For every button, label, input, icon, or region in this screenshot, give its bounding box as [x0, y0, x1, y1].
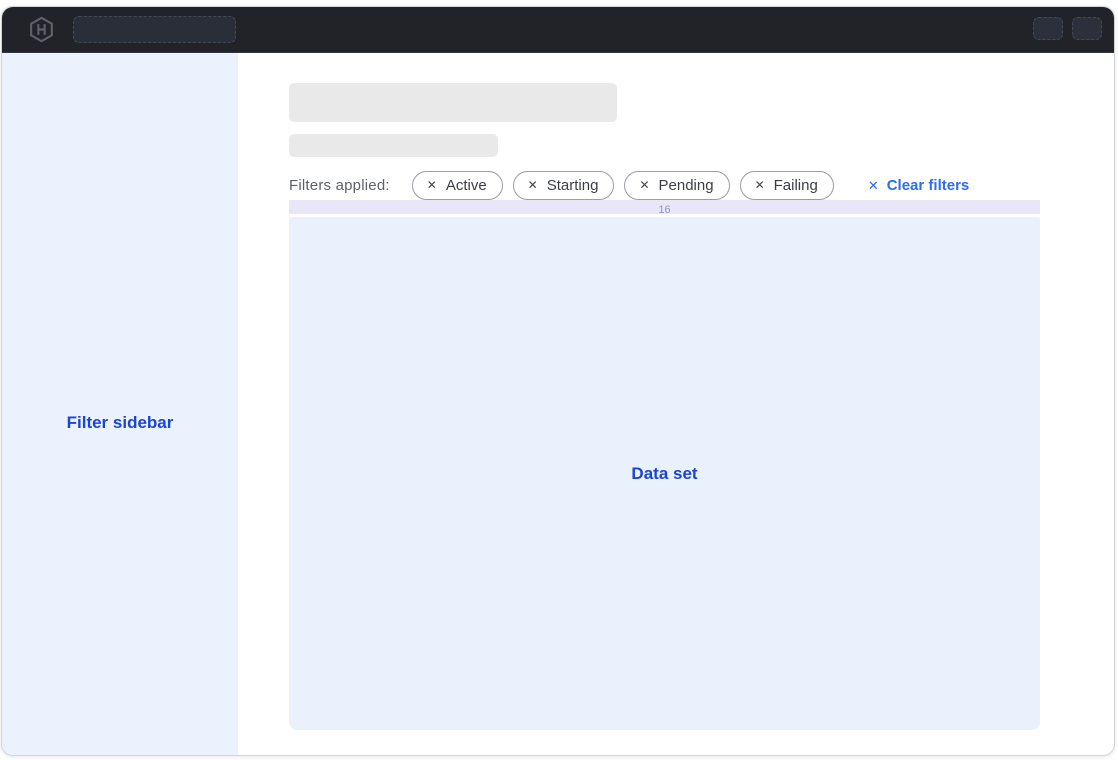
filter-chip-label: Starting: [547, 177, 599, 194]
filter-sidebar: Filter sidebar: [2, 53, 238, 755]
clear-filters-label: Clear filters: [887, 177, 970, 194]
filter-chip-label: Failing: [774, 177, 818, 194]
filter-chip-active[interactable]: ✕ Active: [412, 171, 503, 200]
clear-filters-button[interactable]: ✕ Clear filters: [868, 177, 969, 194]
subtitle-placeholder: [289, 134, 498, 157]
remove-icon[interactable]: ✕: [755, 179, 765, 191]
topbar: [2, 7, 1114, 53]
remove-icon[interactable]: ✕: [528, 179, 538, 191]
search-placeholder[interactable]: [73, 16, 236, 43]
title-placeholder: [289, 83, 617, 122]
filters-applied-label: Filters applied:: [289, 177, 390, 194]
topbar-action-placeholder-2[interactable]: [1072, 17, 1102, 40]
filter-chip-label: Active: [446, 177, 487, 194]
clear-filters-icon: ✕: [868, 179, 879, 192]
remove-icon[interactable]: ✕: [639, 179, 649, 191]
remove-icon[interactable]: ✕: [427, 179, 437, 191]
hashicorp-logo-icon: [28, 16, 55, 43]
app-window: Filter sidebar Filters applied: ✕ Active…: [1, 6, 1115, 756]
filter-chip-label: Pending: [659, 177, 714, 194]
filter-sidebar-label: Filter sidebar: [2, 413, 238, 433]
results-count: 16: [658, 204, 670, 216]
filter-chip-pending[interactable]: ✕ Pending: [624, 171, 729, 200]
filter-chip-failing[interactable]: ✕ Failing: [740, 171, 834, 200]
dataset-label: Data set: [631, 464, 697, 484]
filters-applied-row: Filters applied: ✕ Active ✕ Starting ✕ P…: [289, 170, 969, 200]
topbar-action-placeholder-1[interactable]: [1033, 17, 1063, 40]
main-content: Filters applied: ✕ Active ✕ Starting ✕ P…: [238, 53, 1114, 755]
dataset-area: Data set: [289, 217, 1040, 730]
filter-chip-starting[interactable]: ✕ Starting: [513, 171, 615, 200]
results-count-bar: 16: [289, 200, 1040, 214]
